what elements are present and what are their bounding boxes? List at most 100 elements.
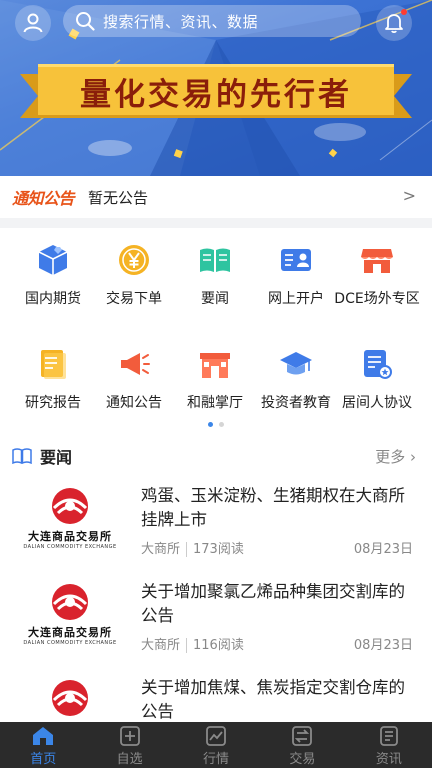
menu-label: 研究报告: [25, 395, 81, 411]
exchange-icon: [292, 726, 313, 746]
news-headline: 鸡蛋、玉米淀粉、生猪期权在大商所挂牌上市: [141, 486, 405, 529]
news-date: 08月23日: [353, 638, 413, 653]
menu-label: 国内期货: [25, 291, 81, 307]
tab-label: 首页: [30, 752, 57, 767]
storefront-icon: [361, 249, 393, 273]
news-source: 大商所: [141, 638, 181, 653]
news-meta: 大商所 173阅读 08月23日: [141, 538, 413, 557]
hero-banner[interactable]: 搜索行情、资讯、数据 量化交易的先行者: [0, 0, 432, 176]
page-dot-active: [208, 422, 213, 427]
diamond-box-icon: [38, 245, 68, 275]
menu-trade-order[interactable]: 交易下单: [91, 228, 177, 308]
tab-label: 自选: [116, 752, 143, 767]
news-item[interactable]: 大连商品交易所 DALIAN COMMODITY EXCHANGE 鸡蛋、玉米淀…: [0, 478, 432, 574]
tab-news[interactable]: 资讯: [346, 722, 432, 768]
graduation-cap-icon: [280, 352, 312, 375]
notification-dot: [401, 9, 407, 15]
menu-research-report[interactable]: 研究报告: [10, 332, 96, 412]
news-item[interactable]: 大连商品交易所 DALIAN COMMODITY EXCHANGE 关于增加聚氯…: [0, 574, 432, 670]
menu-label: 要闻: [201, 291, 229, 307]
tab-label: 资讯: [375, 752, 402, 767]
logo-name: 大连商品交易所: [28, 530, 112, 543]
chevron-right-icon: ›: [410, 447, 416, 466]
bell-icon: [385, 14, 403, 34]
add-square-icon: [119, 726, 140, 746]
home-icon: [33, 727, 54, 745]
news-doc-icon: [379, 726, 398, 746]
menu-label: DCE场外专区: [334, 291, 420, 307]
top-bar: 搜索行情、资讯、数据: [0, 0, 432, 44]
more-label: 更多: [375, 447, 406, 466]
news-item[interactable]: 大连商品交易所 关于增加焦煤、焦炭指定交割仓库的公告: [0, 670, 432, 722]
menu-headlines[interactable]: 要闻: [172, 228, 258, 308]
bottom-tab-bar: 首页 自选 行情 交易 资讯: [0, 722, 432, 768]
logo-name-en: DALIAN COMMODITY EXCHANGE: [23, 544, 117, 550]
search-bar[interactable]: 搜索行情、资讯、数据: [63, 5, 361, 37]
more-link[interactable]: 更多 ›: [375, 446, 416, 467]
user-icon: [23, 13, 43, 33]
news-thumbnail: 大连商品交易所: [14, 678, 126, 722]
news-meta: 大商所 116阅读 08月23日: [141, 634, 413, 653]
open-book-icon: [200, 248, 230, 272]
notice-tag: 通知公告: [12, 189, 75, 208]
news-thumbnail: 大连商品交易所 DALIAN COMMODITY EXCHANGE: [14, 486, 126, 554]
ribbon-tail-right: [394, 74, 412, 118]
news-reads: 116阅读: [186, 638, 244, 653]
menu-notice[interactable]: 通知公告: [91, 332, 177, 412]
tab-market[interactable]: 行情: [173, 722, 259, 768]
id-card-icon: [281, 249, 311, 271]
menu-label: 居间人协议: [342, 395, 412, 411]
news-date: 08月23日: [353, 542, 413, 557]
tab-watchlist[interactable]: 自选: [86, 722, 172, 768]
menu-label: 网上开户: [268, 291, 324, 307]
logo-name-en: DALIAN COMMODITY EXCHANGE: [23, 640, 117, 646]
search-icon: [76, 12, 95, 31]
ribbon-tail-left: [20, 74, 38, 118]
chevron-right-icon[interactable]: >: [403, 186, 416, 205]
dce-logo-icon: [52, 680, 88, 716]
menu-online-account[interactable]: 网上开户: [253, 228, 339, 308]
agreement-icon: [364, 350, 392, 379]
news-reads: 173阅读: [186, 542, 244, 557]
report-icon: [41, 350, 66, 379]
function-grid: 国内期货 交易下单 要闻 网上开户 DCE场外专区 研究报告 通知公告 和融掌厅…: [0, 228, 432, 434]
page-indicator[interactable]: [0, 422, 432, 427]
banner-ribbon: 量化交易的先行者: [20, 64, 412, 118]
menu-label: 投资者教育: [261, 395, 331, 411]
menu-domestic-futures[interactable]: 国内期货: [10, 228, 96, 308]
tab-home[interactable]: 首页: [0, 722, 86, 768]
notifications-button[interactable]: [376, 5, 412, 41]
news-section-title: 要闻: [40, 448, 73, 467]
news-headline: 关于增加聚氯乙烯品种集团交割库的公告: [141, 582, 405, 625]
tab-trade[interactable]: 交易: [259, 722, 345, 768]
ribbon-body: 量化交易的先行者: [38, 64, 394, 118]
dce-logo-icon: [52, 584, 88, 620]
page-dot: [219, 422, 224, 427]
menu-dce-otc[interactable]: DCE场外专区: [334, 228, 420, 308]
menu-label: 交易下单: [106, 291, 162, 307]
chart-line-icon: [206, 726, 226, 746]
notice-bar[interactable]: 通知公告 暂无公告 >: [0, 176, 432, 218]
book-icon: [12, 448, 32, 464]
menu-label: 通知公告: [106, 395, 162, 411]
news-section-header: 要闻 更多 ›: [0, 434, 432, 478]
news-list: 大连商品交易所 DALIAN COMMODITY EXCHANGE 鸡蛋、玉米淀…: [0, 478, 432, 722]
menu-intermediary-agreement[interactable]: 居间人协议: [334, 332, 420, 412]
shop-hall-icon: [200, 353, 230, 378]
tab-label: 行情: [203, 752, 230, 767]
notice-text: 暂无公告: [88, 188, 149, 207]
yen-coin-icon: [119, 245, 149, 275]
megaphone-icon: [121, 353, 150, 375]
logo-name: 大连商品交易所: [28, 626, 112, 639]
dce-logo-icon: [52, 488, 88, 524]
menu-herong-hall[interactable]: 和融掌厅: [172, 332, 258, 412]
profile-button[interactable]: [15, 5, 51, 41]
banner-slogan: 量化交易的先行者: [80, 76, 352, 113]
menu-label: 和融掌厅: [187, 395, 243, 411]
menu-investor-education[interactable]: 投资者教育: [253, 332, 339, 412]
news-source: 大商所: [141, 542, 181, 557]
search-placeholder: 搜索行情、资讯、数据: [103, 12, 259, 31]
tab-label: 交易: [289, 752, 316, 767]
news-thumbnail: 大连商品交易所 DALIAN COMMODITY EXCHANGE: [14, 582, 126, 650]
news-headline: 关于增加焦煤、焦炭指定交割仓库的公告: [141, 678, 405, 721]
